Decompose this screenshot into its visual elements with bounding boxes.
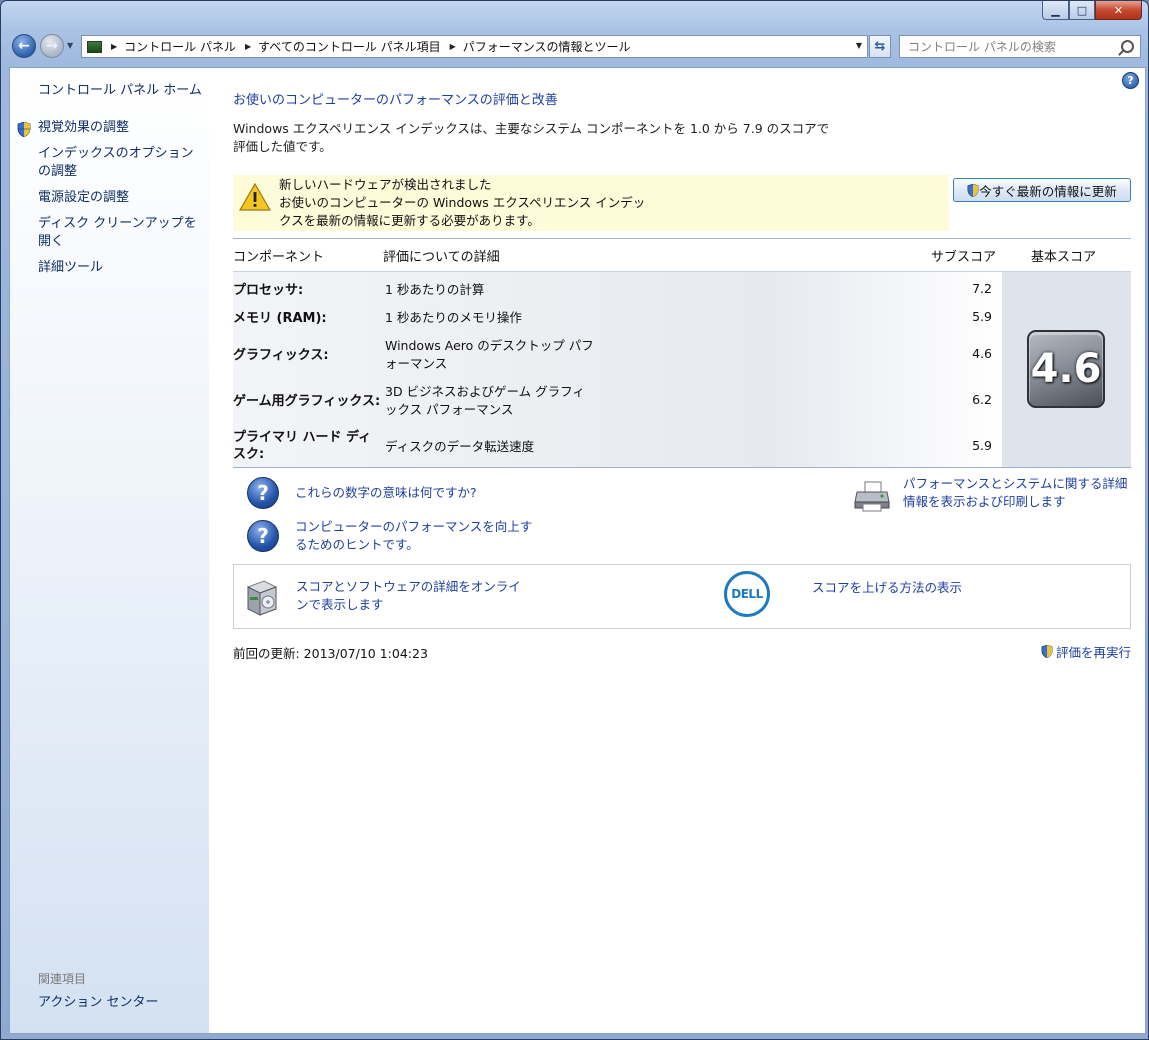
- caption-buttons: ▁ □ ✕: [1042, 1, 1142, 20]
- navigation-bar: ← → ▼ ▶ コントロール パネル ▶ すべてのコントロール パネル項目 ▶ …: [9, 32, 1142, 62]
- row-subscore: 6.2: [972, 392, 992, 407]
- row-detail: 1 秒あたりの計算: [385, 282, 485, 297]
- header-detail: 評価についての詳細: [383, 250, 500, 265]
- main-content: ? お使いのコンピューターのパフォーマンスの評価と改善 Windows エクスペ…: [209, 68, 1145, 1033]
- sidebar-home-link[interactable]: コントロール パネル ホーム: [38, 82, 203, 100]
- sidebar-item-power-settings[interactable]: 電源設定の調整: [38, 189, 203, 207]
- forward-button[interactable]: →: [40, 34, 64, 58]
- breadcrumb-separator-icon[interactable]: ▶: [245, 42, 251, 51]
- help-icon[interactable]: ?: [1122, 72, 1139, 89]
- address-dropdown-icon[interactable]: ▼: [856, 41, 862, 50]
- score-table: プロセッサ: 1 秒あたりの計算 7.2 メモリ (RAM): 1 秒あたりのメ…: [233, 272, 1002, 467]
- warning-line-2: お使いのコンピューターの Windows エクスペリエンス インデッ: [279, 195, 646, 210]
- window-frame: ▁ □ ✕ ← → ▼ ▶ コントロール パネル ▶ すべてのコントロール パネ…: [0, 0, 1149, 1040]
- search-input[interactable]: コントロール パネルの検索: [899, 35, 1141, 58]
- row-detail: Windows Aero のデスクトップ パフォーマンス: [385, 338, 594, 371]
- table-bottom-rule: [233, 467, 1131, 468]
- new-hardware-warning: 新しいハードウェアが検出されました お使いのコンピューターの Windows エ…: [233, 175, 949, 231]
- row-detail: 3D ビジネスおよびゲーム グラフィックス パフォーマンス: [385, 384, 585, 417]
- row-subscore: 4.6: [972, 346, 992, 361]
- row-component: プロセッサ:: [233, 283, 304, 298]
- address-bar[interactable]: ▶ コントロール パネル ▶ すべてのコントロール パネル項目 ▶ パフォーマン…: [81, 35, 868, 58]
- shield-icon: [967, 183, 979, 197]
- help-link-tips[interactable]: コンピューターのパフォーマンスを向上するためのヒントです。: [295, 518, 535, 554]
- rerun-assessment-link[interactable]: 評価を再実行: [1041, 642, 1131, 661]
- shield-icon: [17, 122, 31, 137]
- back-button[interactable]: ←: [12, 34, 36, 58]
- printer-icon: [854, 481, 890, 512]
- question-icon: ?: [247, 520, 279, 552]
- warning-text: 新しいハードウェアが検出されました お使いのコンピューターの Windows エ…: [279, 176, 645, 230]
- row-component: プライマリ ハード ディスク:: [233, 430, 372, 462]
- recent-pages-dropdown-icon[interactable]: ▼: [67, 41, 73, 50]
- close-button[interactable]: ✕: [1095, 1, 1142, 20]
- print-details-link[interactable]: パフォーマンスとシステムに関する詳細情報を表示および印刷します: [903, 475, 1139, 511]
- client-area: コントロール パネル ホーム 視覚効果の調整 インデックスのオプションの調整 電…: [9, 67, 1146, 1034]
- breadcrumb-performance[interactable]: パフォーマンスの情報とツール: [463, 38, 631, 55]
- software-box-icon: [246, 580, 278, 616]
- improve-score-link[interactable]: スコアを上げる方法の表示: [812, 579, 962, 597]
- dell-logo: DELL: [724, 571, 770, 617]
- rerun-label: 評価を再実行: [1055, 645, 1131, 660]
- row-subscore: 5.9: [972, 438, 992, 453]
- row-subscore: 7.2: [972, 281, 992, 296]
- related-heading: 関連項目: [38, 972, 87, 986]
- header-component: コンポーネント: [233, 250, 325, 265]
- breadcrumb-separator-icon[interactable]: ▶: [450, 42, 456, 51]
- dell-logo-text: DELL: [731, 587, 763, 601]
- search-placeholder: コントロール パネルの検索: [908, 40, 1056, 54]
- breadcrumb-separator-icon[interactable]: ▶: [111, 42, 117, 51]
- row-detail: 1 秒あたりのメモリ操作: [385, 310, 522, 325]
- row-component: メモリ (RAM):: [233, 311, 327, 326]
- header-subscore: サブスコア: [931, 250, 997, 265]
- maximize-button[interactable]: □: [1069, 1, 1095, 20]
- row-component: ゲーム用グラフィックス:: [233, 394, 381, 409]
- breadcrumb-control-panel[interactable]: コントロール パネル: [124, 38, 236, 55]
- online-details-link[interactable]: スコアとソフトウェアの詳細をオンラインで表示します: [296, 578, 526, 614]
- row-subscore: 5.9: [972, 309, 992, 324]
- refresh-button[interactable]: ⇆: [869, 35, 891, 58]
- help-link-meaning[interactable]: これらの数字の意味は何ですか?: [295, 484, 477, 502]
- warning-line-1: 新しいハードウェアが検出されました: [279, 177, 492, 192]
- refresh-now-button[interactable]: 今すぐ最新の情報に更新: [953, 178, 1131, 202]
- page-title: お使いのコンピューターのパフォーマンスの評価と改善: [233, 93, 558, 108]
- base-score-badge: 4.6: [1027, 330, 1105, 408]
- search-icon[interactable]: [1121, 40, 1134, 53]
- minimize-button[interactable]: ▁: [1042, 1, 1069, 20]
- last-update-text: 前回の更新: 2013/07/10 1:04:23: [233, 646, 428, 661]
- page-description: Windows エクスペリエンス インデックスは、主要なシステム コンポーネント…: [233, 121, 830, 154]
- refresh-now-label: 今すぐ最新の情報に更新: [979, 183, 1117, 199]
- oem-box: スコアとソフトウェアの詳細をオンラインで表示します DELL スコアを上げる方法…: [233, 564, 1131, 629]
- header-base-score: 基本スコア: [1031, 250, 1097, 265]
- sidebar-item-advanced-tools[interactable]: 詳細ツール: [38, 259, 203, 277]
- sidebar-item-action-center[interactable]: アクション センター: [38, 994, 203, 1012]
- sidebar-item-indexing-options[interactable]: インデックスのオプションの調整: [38, 145, 203, 181]
- base-score-panel: 4.6: [1002, 272, 1131, 467]
- control-panel-icon: [87, 40, 102, 53]
- row-component: グラフィックス:: [233, 348, 329, 363]
- refresh-icon: ⇆: [874, 39, 886, 54]
- table-top-rule: [233, 238, 1131, 239]
- shield-icon: [1041, 645, 1053, 658]
- warning-line-3: クスを最新の情報に更新する必要があります。: [279, 213, 540, 228]
- sidebar-item-visual-effects[interactable]: 視覚効果の調整: [38, 119, 203, 137]
- breadcrumb-all-items[interactable]: すべてのコントロール パネル項目: [258, 38, 441, 55]
- warning-icon: [239, 183, 271, 211]
- sidebar: コントロール パネル ホーム 視覚効果の調整 インデックスのオプションの調整 電…: [10, 68, 209, 1033]
- sidebar-item-disk-cleanup[interactable]: ディスク クリーンアップを開く: [38, 215, 203, 251]
- question-icon: ?: [247, 477, 279, 509]
- row-detail: ディスクのデータ転送速度: [385, 439, 535, 454]
